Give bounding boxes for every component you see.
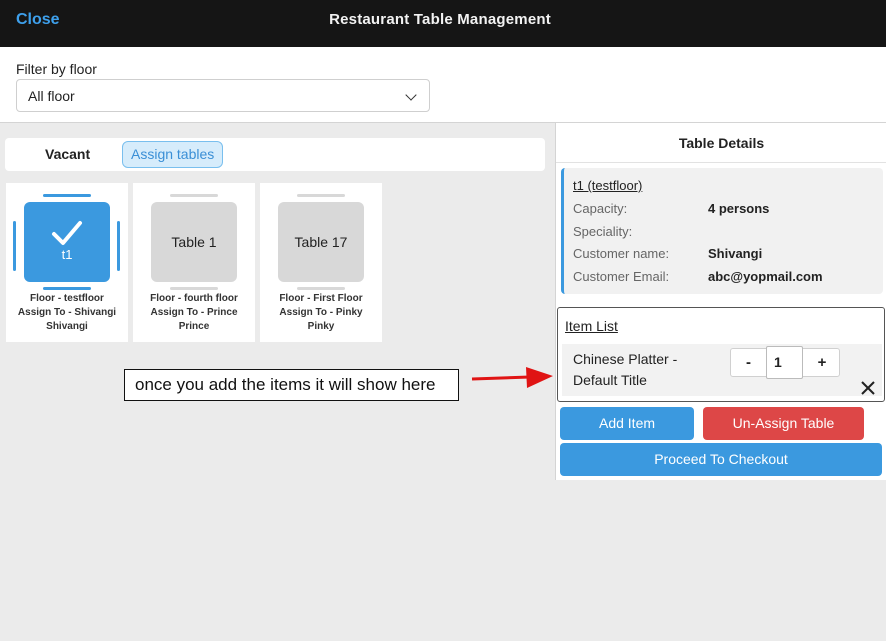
table-info: Floor - First Floor Assign To - Pinky Pi…: [260, 292, 382, 334]
details-title: Table Details: [678, 135, 765, 151]
quantity-input[interactable]: 1: [766, 346, 803, 379]
quantity-stepper: - 1 +: [730, 346, 840, 379]
unassign-table-button[interactable]: Un-Assign Table: [703, 407, 864, 440]
floor-filter-select[interactable]: All floor: [16, 79, 430, 112]
table-assignee: Assign To - Pinky: [279, 307, 363, 318]
info-key: Customer name:: [573, 246, 670, 261]
tab-assign-tables[interactable]: Assign tables: [122, 141, 224, 168]
info-key: Speciality:: [573, 224, 633, 239]
chair-top: [43, 194, 91, 197]
filter-section: Filter by floor All floor: [0, 47, 886, 123]
chevron-down-icon: [405, 89, 417, 101]
table-assignee: Assign To - Prince: [150, 307, 238, 318]
table-customer: Shivangi: [46, 321, 88, 332]
chair-bottom: [43, 287, 91, 290]
list-item: Chinese Platter - Default Title - 1 +: [562, 344, 882, 396]
filter-label: Filter by floor: [16, 61, 97, 77]
chair-left: [13, 221, 16, 271]
table-info-card: t1 (testfloor) Capacity: 4 persons Speci…: [561, 168, 883, 294]
chair-top: [297, 194, 345, 197]
check-icon: [52, 221, 82, 245]
table-floor: Floor - testfloor: [30, 293, 104, 304]
arrow-right-icon: [471, 367, 553, 388]
tab-vacant[interactable]: Vacant: [45, 146, 90, 162]
chair-right: [117, 221, 120, 271]
info-value: abc@yopmail.com: [708, 269, 823, 284]
table-card-table-1[interactable]: Table 1 Floor - fourth floor Assign To -…: [133, 183, 255, 342]
page-title: Restaurant Table Management: [329, 11, 551, 28]
table-shape: t1: [24, 202, 110, 282]
table-floor: Floor - First Floor: [279, 293, 363, 304]
tab-bar: Vacant Assign tables: [5, 138, 545, 171]
info-key: Customer Email:: [573, 269, 670, 284]
table-name: Table 17: [294, 234, 348, 250]
annotation-text: once you add the items it will show here: [135, 375, 436, 394]
item-list-title: Item List: [565, 318, 618, 334]
chair-bottom: [170, 287, 218, 290]
top-bar: Close Restaurant Table Management: [0, 0, 886, 47]
decrease-quantity-button[interactable]: -: [731, 349, 766, 376]
info-key: Capacity:: [573, 201, 628, 216]
table-card-table-17[interactable]: Table 17 Floor - First Floor Assign To -…: [260, 183, 382, 342]
table-shape: Table 1: [151, 202, 237, 282]
info-value: Shivangi: [708, 246, 763, 261]
table-details-panel: Table Details t1 (testfloor) Capacity: 4…: [555, 123, 886, 480]
annotation-callout: once you add the items it will show here: [124, 369, 459, 401]
table-customer: Prince: [178, 321, 210, 332]
table-floor: Floor - fourth floor: [150, 293, 238, 304]
table-name: t1: [61, 247, 73, 262]
close-icon[interactable]: [859, 379, 877, 397]
item-list: Item List Chinese Platter - Default Titl…: [557, 307, 885, 402]
details-header: Table Details: [556, 123, 886, 163]
table-info: Floor - testfloor Assign To - Shivangi S…: [6, 292, 128, 334]
table-name: Table 1: [171, 234, 217, 250]
add-item-button[interactable]: Add Item: [560, 407, 694, 440]
table-info: Floor - fourth floor Assign To - Prince …: [133, 292, 255, 334]
chair-bottom: [297, 287, 345, 290]
increase-quantity-button[interactable]: +: [804, 349, 840, 376]
table-customer: Pinky: [307, 321, 335, 332]
table-shape: Table 17: [278, 202, 364, 282]
table-reference: t1 (testfloor): [573, 178, 643, 193]
info-value: 4 persons: [708, 201, 770, 216]
chair-top: [170, 194, 218, 197]
table-card-t1[interactable]: t1 Floor - testfloor Assign To - Shivang…: [6, 183, 128, 342]
proceed-to-checkout-button[interactable]: Proceed To Checkout: [560, 443, 882, 476]
table-assignee: Assign To - Shivangi: [17, 307, 117, 318]
item-name: Chinese Platter - Default Title: [573, 351, 678, 388]
floor-filter-value: All floor: [28, 88, 75, 104]
